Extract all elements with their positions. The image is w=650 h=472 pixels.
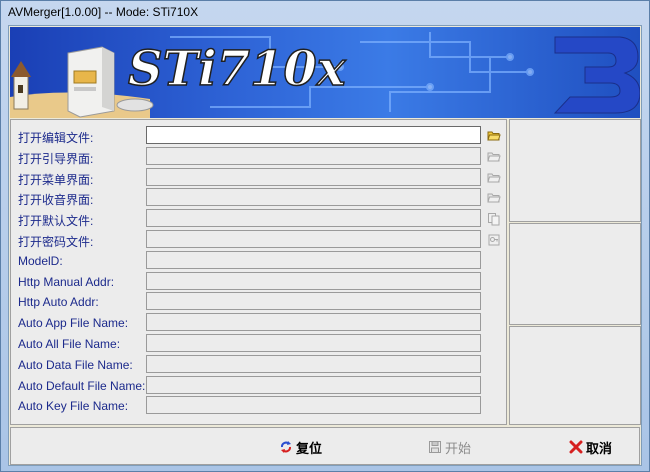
text-field[interactable] <box>146 271 481 290</box>
form-row: 打开引导界面: <box>11 146 506 167</box>
text-field[interactable] <box>146 167 481 186</box>
reset-button[interactable]: 复位 <box>279 438 323 457</box>
banner-logo: STi710x <box>128 41 347 97</box>
folder-open-icon[interactable] <box>487 190 501 204</box>
field-label: 打开菜单界面: <box>18 172 94 187</box>
field-label: 打开编辑文件: <box>18 131 94 145</box>
form-row: 打开编辑文件: <box>11 126 506 146</box>
field-label: Auto Default File Name: <box>18 378 146 393</box>
preview-panels <box>509 119 641 425</box>
text-field[interactable] <box>146 334 481 352</box>
copy-file-icon[interactable] <box>487 211 501 226</box>
reset-button-label: 复位 <box>296 441 323 457</box>
text-field[interactable] <box>146 188 481 207</box>
client-area: STi710x 打开编辑文件: 打开引导界面: 打开菜单界面: 打开收音界面: 打开默认… <box>8 25 642 466</box>
cancel-button-label: 取消 <box>586 441 613 457</box>
header-banner: STi710x <box>10 27 640 118</box>
form-row: Auto App File Name: <box>11 313 506 333</box>
window-title: AVMerger[1.0.00] -- Mode: STi710X <box>8 5 199 19</box>
field-label: Http Manual Addr: <box>18 274 115 289</box>
refresh-icon <box>281 441 291 453</box>
folder-open-icon[interactable] <box>487 149 501 163</box>
form-row: ModelD: <box>11 250 506 271</box>
text-field[interactable] <box>146 250 481 269</box>
text-field[interactable] <box>146 126 481 144</box>
text-field[interactable] <box>146 209 481 228</box>
form-row: Auto All File Name: <box>11 334 506 354</box>
field-label: 打开收音界面: <box>18 193 94 208</box>
form-row: 打开菜单界面: <box>11 167 506 188</box>
text-field[interactable] <box>146 375 481 394</box>
field-label: ModelD: <box>18 253 63 268</box>
tower-illustration <box>11 61 31 110</box>
start-button-label: 开始 <box>445 441 472 457</box>
title-bar[interactable]: AVMerger[1.0.00] -- Mode: STi710X <box>1 1 649 25</box>
app-window: AVMerger[1.0.00] -- Mode: STi710X STi710… <box>0 0 650 472</box>
text-field[interactable] <box>146 354 481 373</box>
field-label: Auto All File Name: <box>18 337 121 351</box>
folder-open-icon[interactable] <box>487 128 501 142</box>
field-label: Http Auto Addr: <box>18 295 99 310</box>
preview-panel-top <box>509 119 641 222</box>
form-row: 打开收音界面: <box>11 188 506 208</box>
close-x-icon <box>569 440 583 454</box>
field-label: 打开密码文件: <box>18 235 94 249</box>
form-row: Http Manual Addr: <box>11 271 506 292</box>
field-label: Auto Data File Name: <box>18 357 133 372</box>
form-row: 打开默认文件: <box>11 209 506 229</box>
field-label: Auto App File Name: <box>18 316 129 331</box>
preview-panel-bottom <box>509 326 641 425</box>
form-row: Auto Data File Name: <box>11 354 506 375</box>
text-field[interactable] <box>146 396 481 415</box>
file-settings-panel: 打开编辑文件: 打开引导界面: 打开菜单界面: 打开收音界面: 打开默认文件: 打开密码文… <box>10 119 507 425</box>
text-field[interactable] <box>146 146 481 165</box>
text-field[interactable] <box>146 292 481 311</box>
folder-open-icon[interactable] <box>487 170 501 184</box>
text-field[interactable] <box>146 230 481 248</box>
cancel-button[interactable]: 取消 <box>569 438 613 457</box>
text-field[interactable] <box>146 313 481 332</box>
field-label: 打开默认文件: <box>18 214 94 229</box>
form-row: Auto Default File Name: <box>11 375 506 396</box>
form-row: Auto Key File Name: <box>11 396 506 416</box>
form-row: Http Auto Addr: <box>11 292 506 312</box>
save-icon <box>429 441 441 453</box>
field-label: 打开引导界面: <box>18 151 94 166</box>
preview-panel-middle <box>509 223 641 325</box>
field-label: Auto Key File Name: <box>18 399 129 414</box>
banner-artwork: STi710x <box>10 32 640 118</box>
start-button[interactable]: 开始 <box>428 438 472 457</box>
form-row: 打开密码文件: <box>11 230 506 250</box>
key-file-icon[interactable] <box>487 232 501 246</box>
action-bar: 复位 开始 取消 <box>10 427 640 465</box>
